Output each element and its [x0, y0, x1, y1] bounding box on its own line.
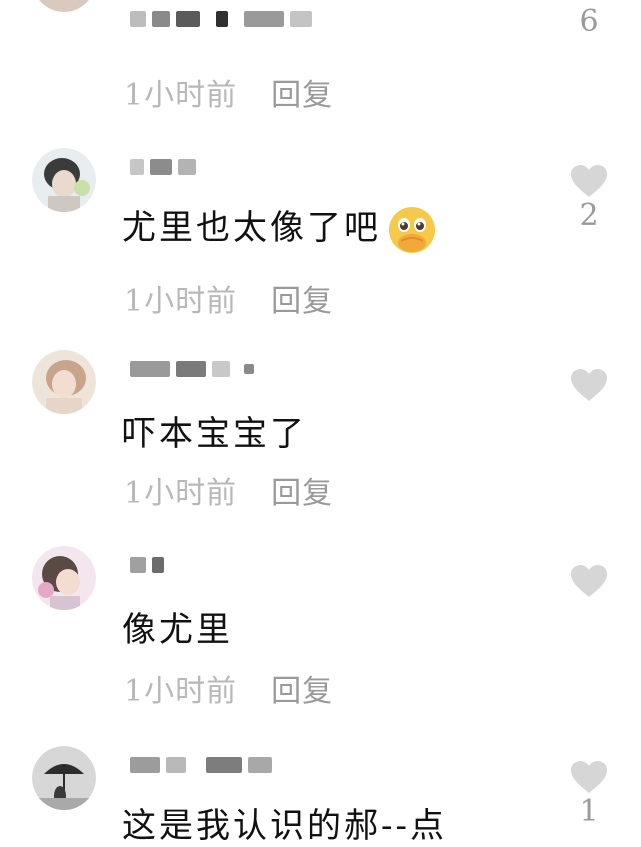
pleading-face-hands-emoji [389, 207, 435, 253]
comment-text-content: 吓本宝宝了 [122, 414, 307, 454]
comment-meta: 1小时前 回复 [124, 70, 333, 114]
comment-time: 1小时前 [124, 284, 238, 319]
avatar[interactable] [32, 0, 96, 12]
like-count: 6 [579, 4, 599, 39]
comment-meta: 1小时前 回复 [124, 666, 333, 710]
username-masked[interactable] [130, 356, 254, 382]
username-masked[interactable] [130, 752, 272, 778]
username-masked[interactable] [130, 552, 164, 578]
reply-button[interactable]: 回复 [271, 284, 333, 319]
like-count: 2 [579, 198, 599, 233]
heart-icon[interactable] [570, 564, 608, 598]
reply-button[interactable]: 回复 [271, 674, 333, 709]
comment-time: 1小时前 [124, 78, 238, 113]
comment-text: 这是我认识的郝--点 [122, 798, 447, 847]
avatar[interactable] [32, 546, 96, 610]
avatar[interactable] [32, 350, 96, 414]
like-count: 1 [579, 794, 599, 829]
reply-button[interactable]: 回复 [271, 78, 333, 113]
comment-text: 尤里也太像了吧 [122, 200, 437, 255]
comment-time: 1小时前 [124, 674, 238, 709]
username-masked[interactable] [130, 154, 196, 180]
like-area[interactable]: 1 [567, 760, 611, 829]
comment-text-content: 这是我认识的郝--点 [122, 806, 447, 846]
comment-meta: 1小时前 回复 [124, 468, 333, 512]
comment-meta: 1小时前 回复 [124, 276, 333, 320]
avatar[interactable] [32, 746, 96, 810]
heart-icon[interactable] [570, 760, 608, 794]
comment-text-content: 像尤里 [122, 610, 233, 650]
like-area[interactable]: 6 [567, 4, 611, 39]
like-area[interactable] [567, 564, 611, 598]
comment-text: 像尤里 [122, 602, 233, 651]
comment-text: 吓本宝宝了 [122, 406, 307, 455]
avatar[interactable] [32, 148, 96, 212]
comment-time: 1小时前 [124, 476, 238, 511]
heart-icon[interactable] [570, 368, 608, 402]
heart-icon[interactable] [570, 164, 608, 198]
like-area[interactable]: 2 [567, 164, 611, 233]
comment-text-content: 尤里也太像了吧 [122, 208, 381, 248]
username-masked[interactable] [130, 6, 312, 32]
like-area[interactable] [567, 368, 611, 402]
reply-button[interactable]: 回复 [271, 476, 333, 511]
